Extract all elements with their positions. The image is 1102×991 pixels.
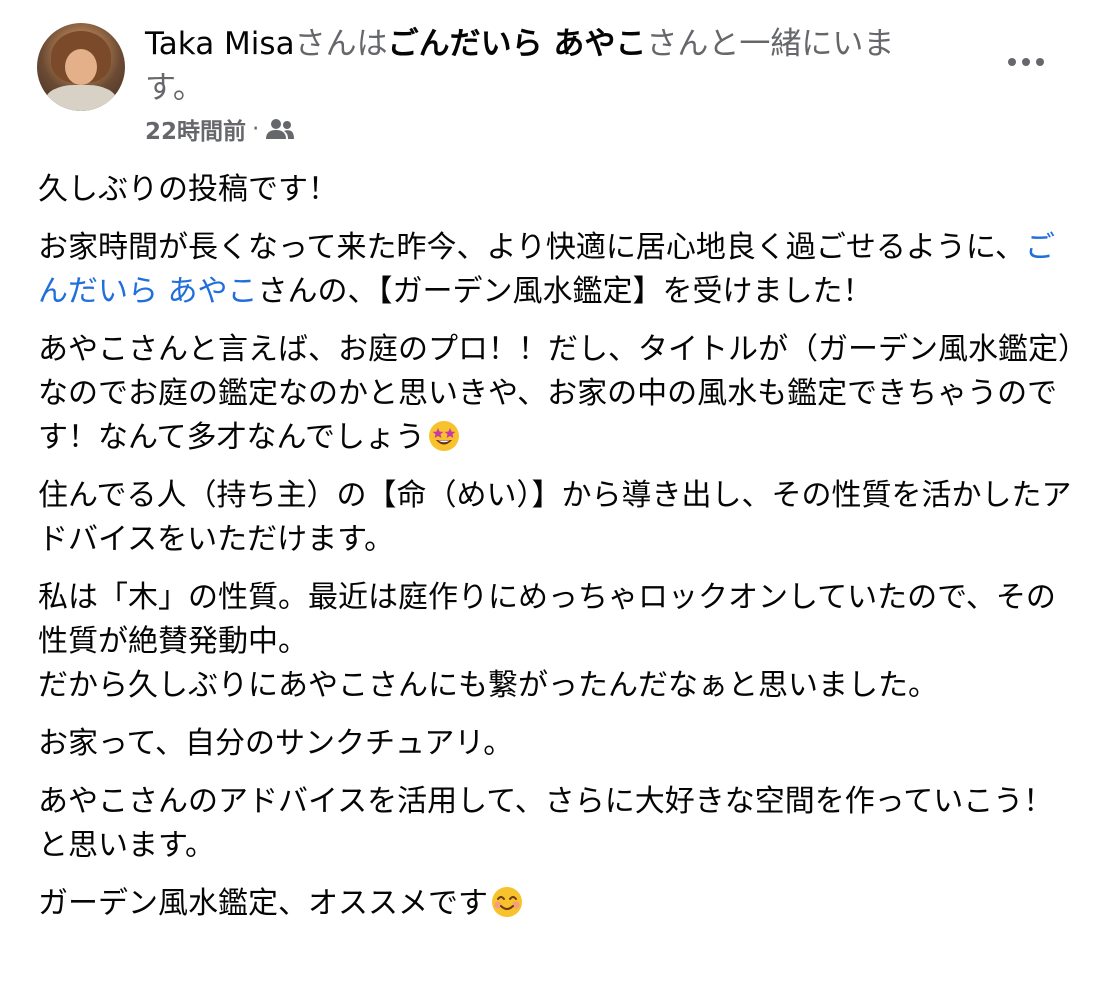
star-struck-emoji: [429, 421, 459, 451]
post-body: 久しぶりの投稿です！ お家時間が長くなって来た昨今、より快適に居心地良く過ごせる…: [38, 168, 1078, 940]
paragraph-2: お家時間が長くなって来た昨今、より快適に居心地良く過ごせるように、ごんだいら あ…: [38, 226, 1078, 314]
author-name[interactable]: Taka Misa: [145, 26, 295, 62]
paragraph-8: ガーデン風水鑑定、オススメです: [38, 882, 1078, 926]
paragraph-5-text-a: 私は「木」の性質。最近は庭作りにめっちゃロックオンしていたので、その性質が絶賛発…: [38, 580, 1056, 659]
paragraph-8-text: ガーデン風水鑑定、オススメです: [38, 886, 488, 921]
post-meta: 22時間前 ·: [145, 112, 295, 146]
post-header: Taka Misaさんはごんだいら あやこさんと一緒にいます。: [145, 22, 935, 110]
meta-separator: ·: [252, 116, 260, 142]
paragraph-6: お家って、自分のサンクチュアリ。: [38, 726, 514, 761]
paragraph-1: 久しぶりの投稿です！: [38, 172, 338, 207]
paragraph-2-text-b: さんの、【ガーデン風水鑑定】を受けました！: [257, 274, 873, 309]
author-avatar[interactable]: [37, 23, 125, 111]
paragraph-3-text: あやこさんと言えば、お庭のプロ！！だし、タイトルが（ガーデン風水鑑定）なのでお庭…: [38, 332, 1073, 455]
paragraph-5: 私は「木」の性質。最近は庭作りにめっちゃロックオンしていたので、その性質が絶賛発…: [38, 576, 1078, 708]
facebook-post: Taka Misaさんはごんだいら あやこさんと一緒にいます。 22時間前 · …: [0, 0, 1102, 991]
avatar-face: [65, 49, 97, 85]
smiling-face-emoji: [492, 887, 522, 917]
paragraph-2-text-a: お家時間が長くなって来た昨今、より快適に居心地良く過ごせるように、: [38, 230, 1025, 265]
avatar-shirt: [45, 85, 117, 111]
with-prefix: さんは: [294, 26, 388, 62]
paragraph-3: あやこさんと言えば、お庭のプロ！！だし、タイトルが（ガーデン風水鑑定）なのでお庭…: [38, 328, 1078, 460]
more-options-icon-dot: [1036, 58, 1044, 66]
friends-icon[interactable]: [265, 118, 295, 140]
more-options-button[interactable]: [1000, 44, 1052, 80]
more-options-icon: [1008, 58, 1016, 66]
paragraph-4: 住んでる人（持ち主）の【命（めい）】から導き出し、その性質を活かしたアドバイスを…: [38, 478, 1072, 557]
more-options-icon-dot: [1022, 58, 1030, 66]
post-timestamp[interactable]: 22時間前: [145, 112, 246, 146]
paragraph-7: あやこさんのアドバイスを活用して、さらに大好きな空間を作っていこう！と思います。: [38, 784, 1054, 863]
paragraph-5-text-b: だから久しぶりにあやこさんにも繋がったんだなぁと思いました。: [38, 668, 938, 703]
tagged-user-name[interactable]: ごんだいら あやこ: [388, 26, 647, 62]
